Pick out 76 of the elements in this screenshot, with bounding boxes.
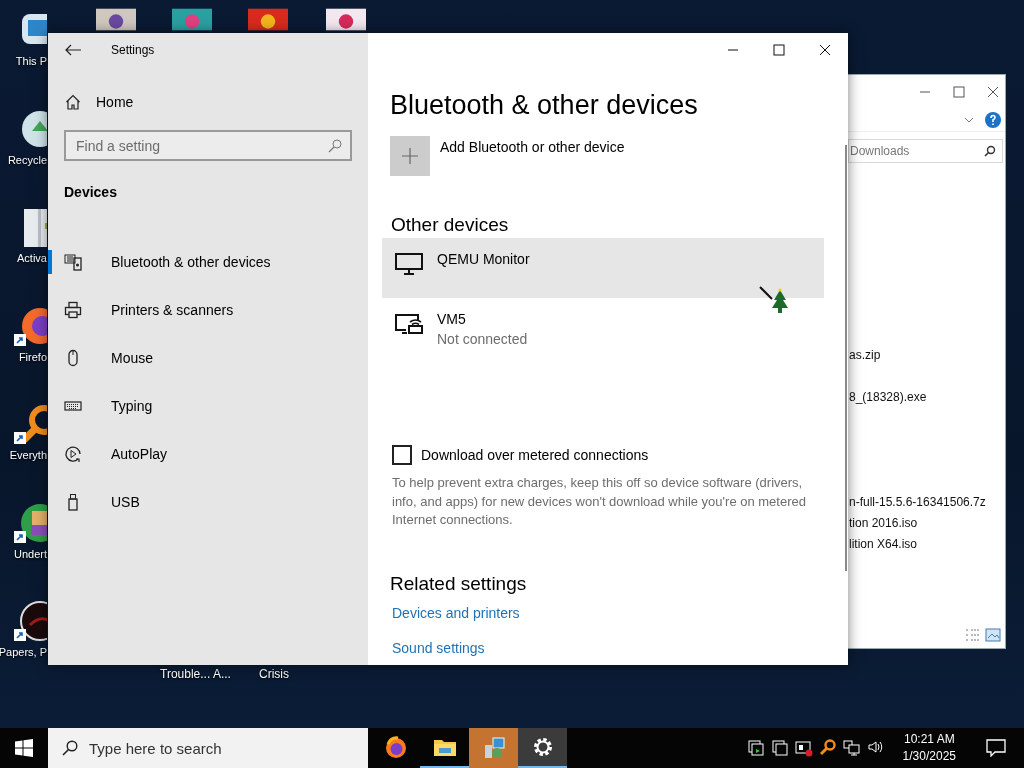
file-name[interactable]: n-full-15.5.6-16341506.7z — [849, 494, 986, 509]
file-name[interactable]: tion 2016.iso — [849, 515, 918, 530]
related-link[interactable]: Sound settings — [392, 639, 485, 656]
desktop-app-icon — [96, 6, 136, 33]
window-copy-icon[interactable] — [770, 739, 789, 757]
nav-item[interactable]: AutoPlay — [48, 430, 368, 478]
nav-item[interactable]: Bluetooth & other devices — [48, 238, 368, 286]
notifications-icon[interactable] — [986, 739, 1006, 757]
desktop-icon-label[interactable]: Crisis — [259, 667, 289, 681]
search-field[interactable]: Type here to search — [48, 728, 368, 768]
desktop-app-icon — [172, 6, 212, 33]
wireless-display-icon — [394, 311, 424, 337]
maximize-icon[interactable] — [773, 43, 785, 56]
search-field[interactable]: Downloads — [848, 139, 1003, 163]
taskbar-app-button[interactable] — [518, 728, 567, 768]
windows-logo-icon — [15, 739, 33, 757]
window-title: Settings — [111, 42, 155, 57]
date-text: 1/30/2025 — [902, 748, 956, 765]
plus-icon — [401, 147, 419, 165]
nav-item[interactable]: USB — [48, 478, 368, 526]
desktop-icon-label[interactable]: Firefo — [18, 350, 47, 363]
desktop-icon-label[interactable]: This P — [15, 55, 47, 67]
home-link[interactable]: Home — [96, 94, 134, 110]
firefox-icon — [383, 736, 408, 760]
back-arrow-icon[interactable] — [65, 43, 81, 56]
file-name[interactable]: 8_(18328).exe — [849, 389, 927, 404]
file-name[interactable]: as.zip — [849, 347, 881, 362]
magnifier-icon[interactable] — [818, 739, 837, 757]
printer-icon — [64, 301, 82, 319]
nav-item[interactable]: Typing — [48, 382, 368, 430]
search-placeholder: Find a setting — [76, 137, 161, 154]
search-icon — [328, 138, 342, 153]
page-heading: Bluetooth & other devices — [390, 90, 699, 122]
desktop-icon-label[interactable]: Everyth — [9, 449, 47, 461]
clock[interactable]: 10:21 AM 1/30/2025 — [896, 730, 962, 766]
close-icon[interactable] — [819, 43, 831, 56]
task-view-icon[interactable] — [746, 739, 765, 757]
desktop-icon-label[interactable]: Recycle — [7, 153, 47, 166]
nav-item[interactable]: Printers & scanners — [48, 286, 368, 334]
thumbnails-view-icon[interactable] — [985, 628, 1001, 642]
device-item[interactable]: QEMU Monitor — [382, 238, 824, 298]
monitor-icon — [394, 251, 424, 277]
scrollbar[interactable] — [845, 145, 847, 571]
search-placeholder: Type here to search — [89, 739, 222, 757]
add-device-label[interactable]: Add Bluetooth or other device — [440, 139, 625, 155]
autoplay-icon — [64, 445, 82, 463]
desktop-app-icon — [326, 6, 366, 33]
section-heading: Other devices — [391, 214, 510, 237]
file-name[interactable]: lition X64.iso — [849, 536, 918, 551]
checkbox-label[interactable]: Download over metered connections — [421, 447, 649, 463]
device-item[interactable]: VM5 Not connected — [382, 298, 824, 358]
maximize-icon — [953, 86, 965, 98]
search-icon — [984, 145, 996, 157]
desktop-icon-label[interactable]: Undert — [13, 547, 47, 560]
desktop-app-icon — [248, 6, 288, 33]
search-field[interactable]: Find a setting — [64, 130, 352, 161]
nav-item[interactable]: Mouse — [48, 334, 368, 382]
devices-icon — [64, 253, 82, 271]
help-icon — [985, 112, 1001, 128]
desktop-icon-label[interactable]: Papers, P — [0, 646, 47, 658]
close-icon — [987, 86, 999, 98]
description-text: To help prevent extra charges, keep this off so device software (drivers, info, and apps) for new devices won't download while you're on metered Internet connections. — [392, 474, 807, 529]
home-icon — [65, 94, 81, 110]
search-placeholder: Downloads — [850, 144, 910, 158]
related-link[interactable]: Devices and printers — [392, 604, 520, 621]
network-icon[interactable] — [842, 739, 861, 757]
device-name: QEMU Monitor — [437, 251, 530, 267]
device-status: Not connected — [437, 331, 528, 347]
desktop-icon-label[interactable]: Trouble... A... — [160, 667, 231, 681]
checkbox[interactable] — [392, 445, 412, 465]
section-heading: Related settings — [390, 572, 528, 596]
section-heading: Devices — [64, 184, 117, 200]
search-icon — [62, 740, 78, 756]
time-text: 10:21 AM — [903, 731, 955, 748]
desktop-icon-label[interactable]: Activa — [17, 252, 47, 264]
device-name: VM5 — [437, 311, 467, 327]
